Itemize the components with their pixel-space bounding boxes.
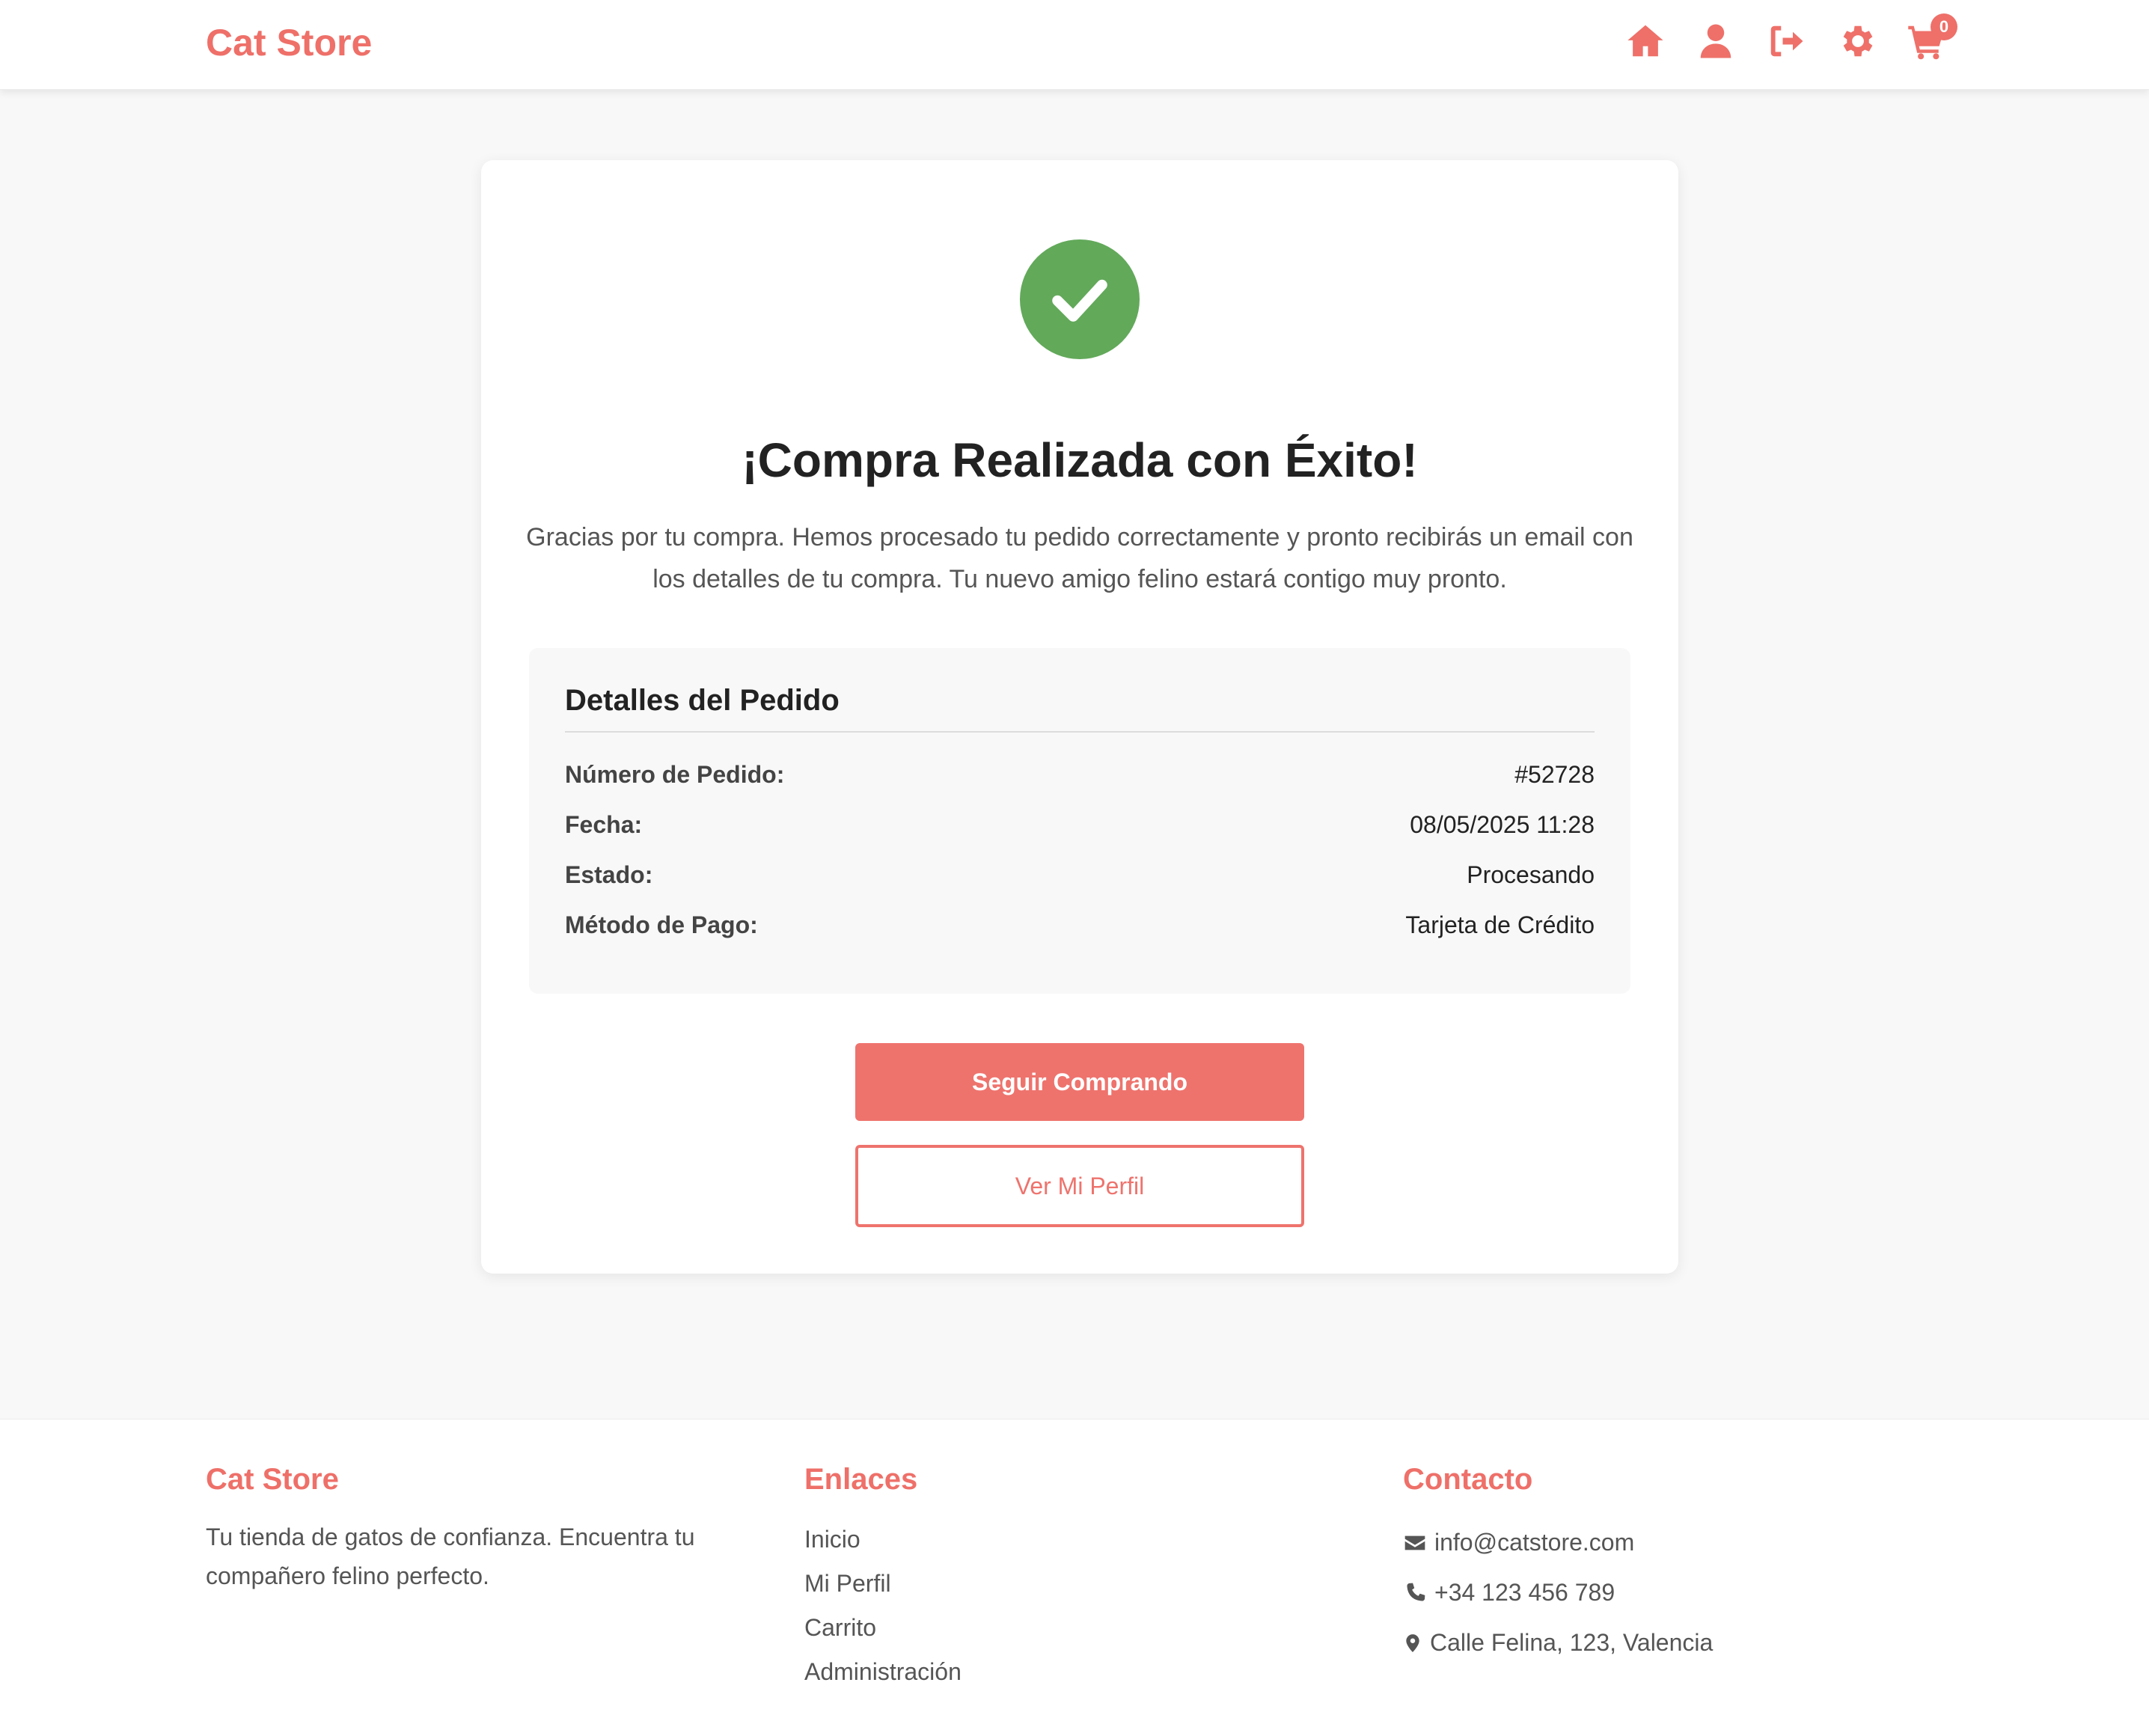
footer-contact: Contacto info@catstore.com +34 123 456 7…	[1403, 1463, 1713, 1668]
detail-value: Tarjeta de Crédito	[1405, 911, 1595, 938]
footer-links-title: Enlaces	[804, 1463, 918, 1496]
check-circle-icon	[1020, 239, 1140, 359]
contact-address-text: Calle Felina, 123, Valencia	[1430, 1629, 1714, 1656]
contact-email: info@catstore.com	[1403, 1518, 1713, 1568]
detail-label: Número de Pedido:	[565, 760, 785, 788]
detail-label: Estado:	[565, 861, 653, 888]
envelope-icon	[1404, 1535, 1425, 1550]
order-details-title: Detalles del Pedido	[565, 684, 1595, 733]
user-icon[interactable]	[1694, 19, 1737, 63]
footer-link-inicio[interactable]: Inicio	[804, 1518, 962, 1562]
view-profile-button[interactable]: Ver Mi Perfil	[855, 1145, 1304, 1227]
cart-icon[interactable]: 0	[1905, 13, 1957, 63]
nav-icons: 0	[1624, 13, 1957, 63]
footer-about-title: Cat Store	[206, 1463, 339, 1496]
contact-email-text: info@catstore.com	[1434, 1529, 1635, 1556]
footer-links: Enlaces Inicio Mi Perfil Carrito Adminis…	[804, 1463, 962, 1694]
detail-row-status: Estado: Procesando	[565, 856, 1595, 893]
detail-row-payment-method: Método de Pago: Tarjeta de Crédito	[565, 906, 1595, 944]
detail-row-order-number: Número de Pedido: #52728	[565, 756, 1595, 793]
continue-shopping-button[interactable]: Seguir Comprando	[855, 1043, 1304, 1121]
contact-phone: +34 123 456 789	[1403, 1568, 1713, 1618]
detail-label: Fecha:	[565, 810, 643, 838]
footer-about-text: Tu tienda de gatos de confianza. Encuent…	[206, 1523, 695, 1589]
gear-icon[interactable]	[1835, 19, 1878, 63]
contact-phone-text: +34 123 456 789	[1434, 1579, 1615, 1606]
cart-count-badge: 0	[1931, 13, 1957, 40]
detail-value: #52728	[1514, 760, 1595, 788]
brand-logo-link[interactable]: Cat Store	[206, 21, 372, 64]
order-details-box: Detalles del Pedido Número de Pedido: #5…	[529, 648, 1630, 994]
footer-about: Cat Store Tu tienda de gatos de confianz…	[206, 1463, 715, 1595]
detail-value: Procesando	[1467, 861, 1595, 888]
top-navbar: Cat Store 0	[0, 0, 2149, 90]
site-footer: Cat Store Tu tienda de gatos de confianz…	[0, 1419, 2149, 1736]
order-success-card: ¡Compra Realizada con Éxito! Gracias por…	[481, 160, 1678, 1274]
success-title: ¡Compra Realizada con Éxito!	[742, 433, 1418, 487]
phone-icon	[1407, 1583, 1425, 1601]
footer-link-administracion[interactable]: Administración	[804, 1650, 962, 1694]
detail-label: Método de Pago:	[565, 911, 758, 938]
home-icon[interactable]	[1624, 19, 1667, 63]
contact-address: Calle Felina, 123, Valencia	[1403, 1618, 1713, 1668]
logout-icon[interactable]	[1764, 19, 1808, 63]
detail-value: 08/05/2025 11:28	[1410, 810, 1595, 838]
footer-link-carrito[interactable]: Carrito	[804, 1606, 962, 1650]
detail-row-date: Fecha: 08/05/2025 11:28	[565, 806, 1595, 843]
map-marker-icon	[1406, 1633, 1419, 1652]
success-message: Gracias por tu compra. Hemos procesado t…	[526, 523, 1633, 593]
footer-link-mi-perfil[interactable]: Mi Perfil	[804, 1562, 962, 1606]
footer-contact-title: Contacto	[1403, 1463, 1533, 1496]
